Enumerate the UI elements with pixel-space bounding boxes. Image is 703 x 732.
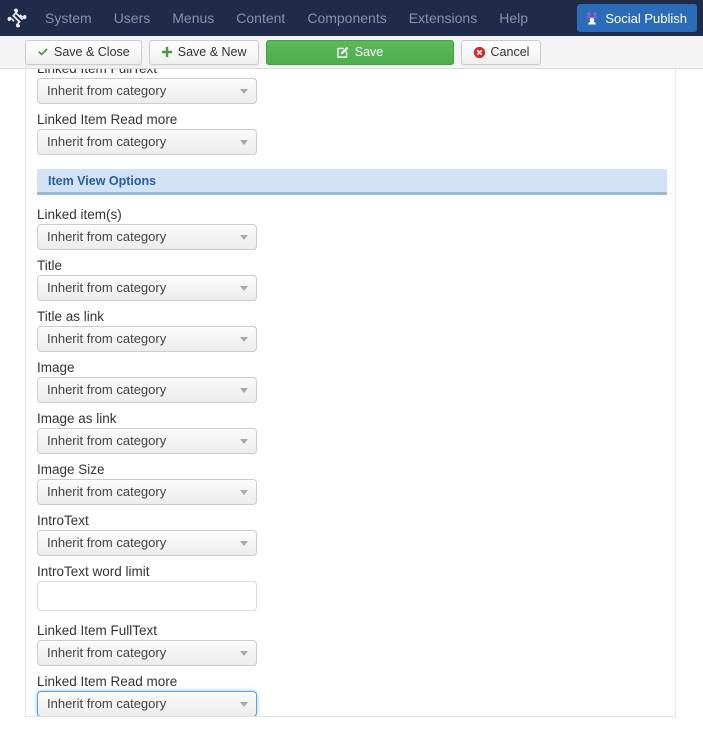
field-label-linked-item-fulltext: Linked Item FullText (37, 623, 158, 638)
select-image[interactable]: Inherit from category (37, 377, 257, 403)
field-label-image: Image (37, 360, 75, 375)
field-label-linked-item-read-more-top: Linked Item Read more (37, 112, 178, 127)
nav-item-components[interactable]: Components (296, 0, 397, 36)
nav-item-menus[interactable]: Menus (161, 0, 225, 36)
joomla-logo-icon[interactable] (0, 0, 34, 36)
save-and-new-button[interactable]: Save & New (148, 39, 259, 65)
field-group-introtext: IntroText Inherit from category (37, 513, 664, 556)
nav-item-system[interactable]: System (34, 0, 103, 36)
select-linked-item-fulltext-top[interactable]: Inherit from category (37, 78, 257, 104)
save-and-close-label: Save & Close (54, 45, 130, 59)
editor-toolbar: Save & Close Save & New Save Cancel (0, 36, 703, 69)
field-group-linked-items: Linked item(s) Inherit from category (37, 207, 664, 250)
select-wrapper-linked-item-fulltext: Inherit from category (37, 640, 257, 666)
select-wrapper-introtext: Inherit from category (37, 530, 257, 556)
select-image-size[interactable]: Inherit from category (37, 479, 257, 505)
field-label-introtext: IntroText (37, 513, 89, 528)
social-publish-label: Social Publish (605, 10, 687, 26)
select-wrapper-image-as-link: Inherit from category (37, 428, 257, 454)
nav-item-extensions[interactable]: Extensions (398, 0, 488, 36)
field-group-title-as-link: Title as link Inherit from category (37, 309, 664, 352)
nav-item-content[interactable]: Content (225, 0, 296, 36)
select-linked-item-read-more[interactable]: Inherit from category (37, 691, 257, 716)
field-label-title-as-link: Title as link (37, 309, 105, 324)
select-wrapper-linked-item-read-more: Inherit from category (37, 691, 257, 716)
save-and-new-label: Save & New (177, 45, 247, 59)
select-image-as-link[interactable]: Inherit from category (37, 428, 257, 454)
select-linked-item-read-more-top[interactable]: Inherit from category (37, 129, 257, 155)
select-wrapper-image: Inherit from category (37, 377, 257, 403)
field-group-linked-item-fulltext-top: Linked Item FullText Inherit from catego… (37, 69, 664, 104)
field-label-image-size: Image Size (37, 462, 105, 477)
field-group-linked-item-read-more: Linked Item Read more Inherit from categ… (37, 674, 664, 716)
field-label-linked-items: Linked item(s) (37, 207, 122, 222)
field-label-introtext-word-limit: IntroText word limit (37, 564, 150, 579)
select-wrapper-linked-item-read-more-top: Inherit from category (37, 129, 257, 155)
save-and-close-button[interactable]: Save & Close (25, 39, 142, 65)
field-label-linked-item-fulltext-top: Linked Item FullText (37, 69, 664, 78)
field-group-linked-item-read-more-top: Linked Item Read more Inherit from categ… (37, 112, 664, 155)
select-title-as-link[interactable]: Inherit from category (37, 326, 257, 352)
plus-icon (161, 46, 173, 58)
field-group-image-as-link: Image as link Inherit from category (37, 411, 664, 454)
select-linked-item-fulltext[interactable]: Inherit from category (37, 640, 257, 666)
select-title[interactable]: Inherit from category (37, 275, 257, 301)
field-group-linked-item-fulltext: Linked Item FullText Inherit from catego… (37, 623, 664, 666)
field-label-linked-item-read-more: Linked Item Read more (37, 674, 178, 689)
field-group-introtext-word-limit: IntroText word limit (37, 564, 664, 611)
field-label-image-as-link: Image as link (37, 411, 117, 426)
select-wrapper-linked-items: Inherit from category (37, 224, 257, 250)
nav-item-help[interactable]: Help (488, 0, 539, 36)
save-button[interactable]: Save (265, 39, 454, 65)
cancel-circle-icon (473, 46, 486, 59)
social-publish-button[interactable]: Social Publish (577, 4, 697, 32)
field-group-image-size: Image Size Inherit from category (37, 462, 664, 505)
top-navigation-bar: System Users Menus Content Components Ex… (0, 0, 703, 36)
content-scroll-area[interactable]: Linked Item FullText Inherit from catego… (0, 69, 703, 732)
select-wrapper-image-size: Inherit from category (37, 479, 257, 505)
select-linked-items[interactable]: Inherit from category (37, 224, 257, 250)
check-icon (37, 46, 49, 58)
cancel-button[interactable]: Cancel (460, 39, 542, 65)
select-introtext[interactable]: Inherit from category (37, 530, 257, 556)
nav-item-users[interactable]: Users (103, 0, 162, 36)
cancel-label: Cancel (490, 45, 530, 59)
save-label: Save (354, 45, 384, 59)
input-introtext-word-limit[interactable] (37, 581, 257, 611)
select-wrapper-title-as-link: Inherit from category (37, 326, 257, 352)
select-wrapper-title: Inherit from category (37, 275, 257, 301)
edit-pencil-icon (336, 46, 349, 59)
field-label-title: Title (37, 258, 63, 273)
field-group-image: Image Inherit from category (37, 360, 664, 403)
section-header-item-view-options: Item View Options (37, 169, 667, 195)
field-group-title: Title Inherit from category (37, 258, 664, 301)
section-header-label: Item View Options (48, 173, 157, 188)
select-wrapper-linked-item-fulltext-top: Inherit from category (37, 78, 257, 104)
item-options-form-panel: Linked Item FullText Inherit from catego… (25, 69, 676, 717)
social-publish-icon (584, 11, 599, 26)
